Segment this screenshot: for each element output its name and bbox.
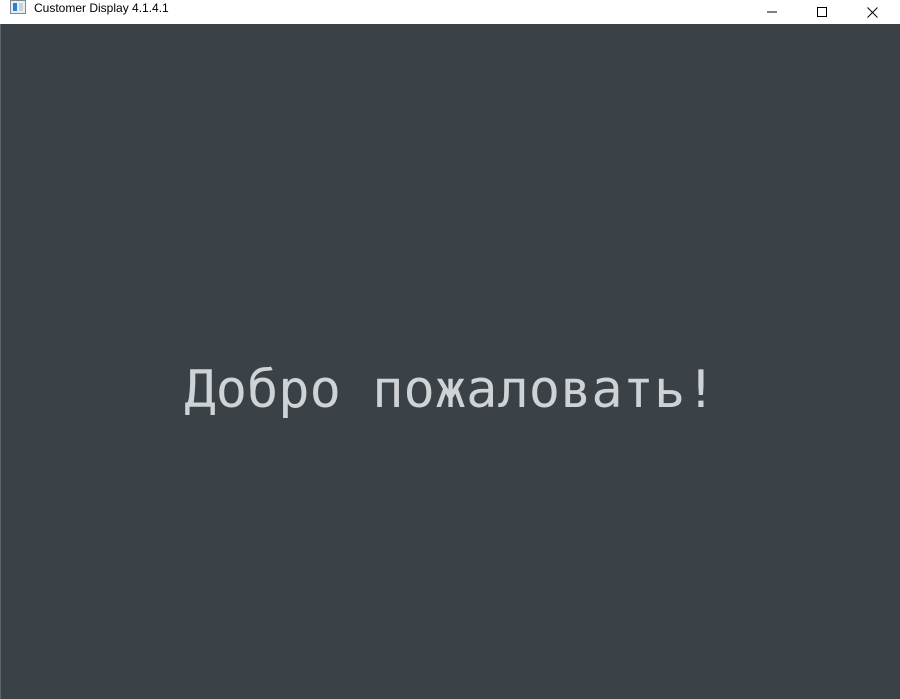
welcome-message: Добро пожаловать! — [184, 360, 717, 420]
maximize-icon — [817, 7, 827, 17]
app-icon-pane-right — [19, 3, 23, 11]
app-window-icon[interactable] — [10, 0, 26, 14]
minimize-icon — [767, 11, 777, 13]
display-area: Добро пожаловать! — [0, 24, 900, 699]
close-icon — [866, 6, 878, 18]
close-button[interactable] — [849, 0, 895, 24]
maximize-button[interactable] — [799, 0, 845, 24]
title-bar[interactable]: Customer Display 4.1.4.1 — [0, 0, 900, 24]
app-icon-pane-left — [13, 3, 17, 11]
window-title: Customer Display 4.1.4.1 — [34, 1, 169, 15]
minimize-button[interactable] — [749, 0, 795, 24]
customer-display-window: Customer Display 4.1.4.1 Добро пожаловат… — [0, 0, 900, 699]
